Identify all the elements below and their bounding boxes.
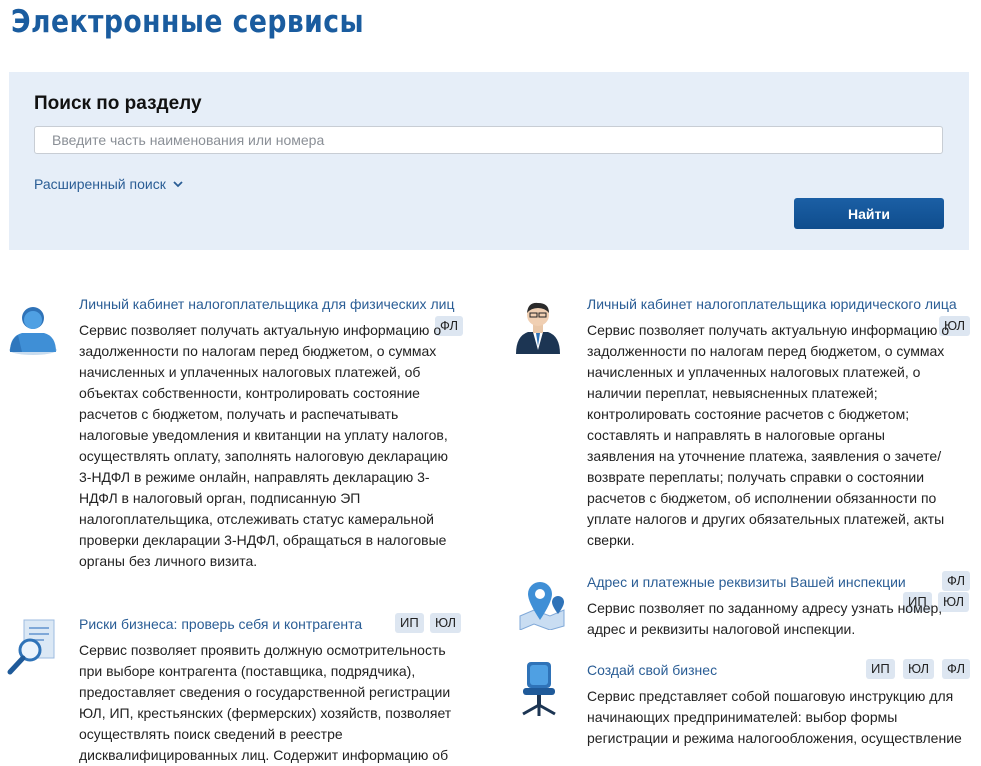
badge-ip[interactable]: ИП [395, 613, 424, 633]
service-description: Сервис позволяет получать актуальную инф… [79, 322, 448, 569]
search-input[interactable] [34, 126, 943, 154]
service-description: Сервис позволяет по заданному адресу узн… [587, 600, 943, 637]
badge-ul[interactable]: ЮЛ [903, 659, 935, 679]
service-title-link[interactable]: Создай свой бизнес [587, 662, 717, 678]
badge-fl[interactable]: ФЛ [942, 659, 970, 679]
service-title-link[interactable]: Риски бизнеса: проверь себя и контрагент… [79, 616, 362, 632]
badge-ip[interactable]: ИП [866, 659, 895, 679]
businessman-icon [516, 302, 560, 354]
service-title-link[interactable]: Личный кабинет налогоплательщика для физ… [79, 296, 454, 312]
service-description: Сервис позволяет получать актуальную инф… [587, 322, 950, 548]
search-panel: Поиск по разделу Расширенный поиск Найти [9, 72, 969, 250]
badge-ul[interactable]: ЮЛ [430, 613, 462, 633]
page-title: Электронные сервисы [11, 4, 365, 40]
service-title-link[interactable]: Личный кабинет налогоплательщика юридиче… [587, 296, 957, 312]
service-title-link[interactable]: Адрес и платежные реквизиты Вашей инспек… [587, 574, 906, 590]
magnifier-document-icon [7, 619, 55, 675]
person-icon [9, 307, 57, 355]
search-title: Поиск по разделу [34, 93, 202, 114]
advanced-search-label: Расширенный поиск [34, 176, 166, 192]
advanced-search-link[interactable]: Расширенный поиск [34, 176, 183, 192]
office-chair-icon [522, 662, 556, 716]
map-pin-icon [519, 582, 565, 630]
badge-fl[interactable]: ФЛ [942, 571, 970, 591]
service-description: Сервис представляет собой пошаговую инст… [587, 688, 962, 746]
find-button[interactable]: Найти [794, 198, 944, 229]
chevron-down-icon [173, 180, 183, 187]
service-description: Сервис позволяет проявить должную осмотр… [79, 642, 452, 763]
